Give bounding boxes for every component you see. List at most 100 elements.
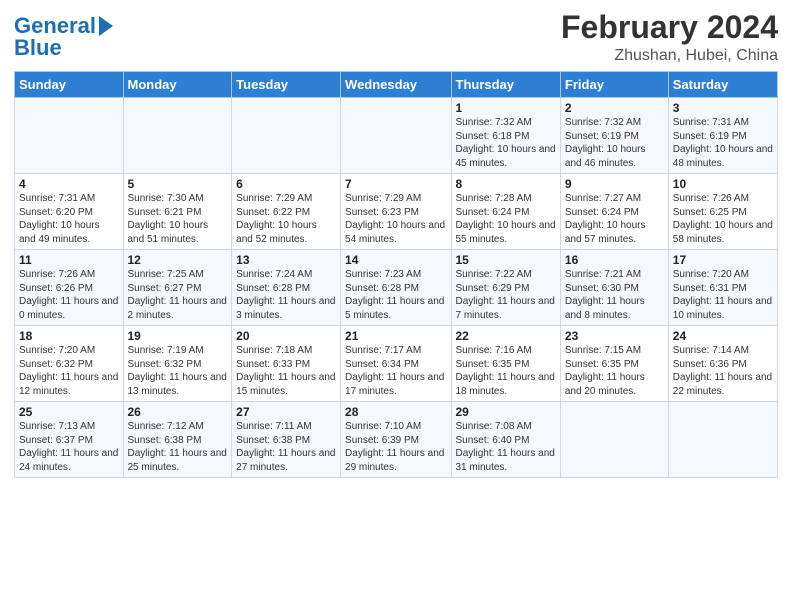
day-number: 22 <box>456 329 556 343</box>
day-number: 25 <box>19 405 119 419</box>
day-cell: 24Sunrise: 7:14 AM Sunset: 6:36 PM Dayli… <box>668 326 777 402</box>
day-number: 23 <box>565 329 664 343</box>
day-cell: 13Sunrise: 7:24 AM Sunset: 6:28 PM Dayli… <box>232 250 341 326</box>
day-cell: 7Sunrise: 7:29 AM Sunset: 6:23 PM Daylig… <box>341 174 451 250</box>
day-info: Sunrise: 7:26 AM Sunset: 6:25 PM Dayligh… <box>673 192 773 246</box>
day-cell: 2Sunrise: 7:32 AM Sunset: 6:19 PM Daylig… <box>560 98 668 174</box>
day-cell: 10Sunrise: 7:26 AM Sunset: 6:25 PM Dayli… <box>668 174 777 250</box>
day-cell: 19Sunrise: 7:19 AM Sunset: 6:32 PM Dayli… <box>123 326 232 402</box>
day-info: Sunrise: 7:23 AM Sunset: 6:28 PM Dayligh… <box>345 268 446 322</box>
main-container: General Blue February 2024 Zhushan, Hube… <box>0 0 792 486</box>
day-number: 29 <box>456 405 556 419</box>
day-cell: 3Sunrise: 7:31 AM Sunset: 6:19 PM Daylig… <box>668 98 777 174</box>
day-number: 11 <box>19 253 119 267</box>
day-info: Sunrise: 7:16 AM Sunset: 6:35 PM Dayligh… <box>456 344 556 398</box>
day-number: 27 <box>236 405 336 419</box>
day-info: Sunrise: 7:31 AM Sunset: 6:19 PM Dayligh… <box>673 116 773 170</box>
day-cell <box>668 402 777 478</box>
day-info: Sunrise: 7:12 AM Sunset: 6:38 PM Dayligh… <box>128 420 228 474</box>
day-number: 26 <box>128 405 228 419</box>
day-cell: 1Sunrise: 7:32 AM Sunset: 6:18 PM Daylig… <box>451 98 560 174</box>
day-number: 2 <box>565 101 664 115</box>
week-row-1: 1Sunrise: 7:32 AM Sunset: 6:18 PM Daylig… <box>15 98 778 174</box>
day-number: 10 <box>673 177 773 191</box>
day-info: Sunrise: 7:29 AM Sunset: 6:22 PM Dayligh… <box>236 192 336 246</box>
col-header-thursday: Thursday <box>451 72 560 98</box>
logo-text-line2: Blue <box>14 36 62 60</box>
day-cell <box>560 402 668 478</box>
day-number: 7 <box>345 177 446 191</box>
day-number: 21 <box>345 329 446 343</box>
day-cell: 18Sunrise: 7:20 AM Sunset: 6:32 PM Dayli… <box>15 326 124 402</box>
day-cell: 5Sunrise: 7:30 AM Sunset: 6:21 PM Daylig… <box>123 174 232 250</box>
day-info: Sunrise: 7:31 AM Sunset: 6:20 PM Dayligh… <box>19 192 119 246</box>
day-number: 17 <box>673 253 773 267</box>
day-cell: 15Sunrise: 7:22 AM Sunset: 6:29 PM Dayli… <box>451 250 560 326</box>
day-number: 6 <box>236 177 336 191</box>
day-number: 9 <box>565 177 664 191</box>
day-cell: 16Sunrise: 7:21 AM Sunset: 6:30 PM Dayli… <box>560 250 668 326</box>
day-info: Sunrise: 7:15 AM Sunset: 6:35 PM Dayligh… <box>565 344 664 398</box>
day-number: 12 <box>128 253 228 267</box>
day-number: 20 <box>236 329 336 343</box>
day-info: Sunrise: 7:32 AM Sunset: 6:18 PM Dayligh… <box>456 116 556 170</box>
day-number: 13 <box>236 253 336 267</box>
main-title: February 2024 <box>561 10 778 45</box>
week-row-2: 4Sunrise: 7:31 AM Sunset: 6:20 PM Daylig… <box>15 174 778 250</box>
day-info: Sunrise: 7:24 AM Sunset: 6:28 PM Dayligh… <box>236 268 336 322</box>
day-cell: 27Sunrise: 7:11 AM Sunset: 6:38 PM Dayli… <box>232 402 341 478</box>
day-info: Sunrise: 7:11 AM Sunset: 6:38 PM Dayligh… <box>236 420 336 474</box>
day-info: Sunrise: 7:18 AM Sunset: 6:33 PM Dayligh… <box>236 344 336 398</box>
day-info: Sunrise: 7:20 AM Sunset: 6:32 PM Dayligh… <box>19 344 119 398</box>
day-info: Sunrise: 7:29 AM Sunset: 6:23 PM Dayligh… <box>345 192 446 246</box>
day-cell <box>232 98 341 174</box>
col-header-sunday: Sunday <box>15 72 124 98</box>
sub-title: Zhushan, Hubei, China <box>561 47 778 65</box>
day-info: Sunrise: 7:17 AM Sunset: 6:34 PM Dayligh… <box>345 344 446 398</box>
day-cell <box>15 98 124 174</box>
day-number: 4 <box>19 177 119 191</box>
header-row: SundayMondayTuesdayWednesdayThursdayFrid… <box>15 72 778 98</box>
col-header-monday: Monday <box>123 72 232 98</box>
day-info: Sunrise: 7:32 AM Sunset: 6:19 PM Dayligh… <box>565 116 664 170</box>
day-info: Sunrise: 7:30 AM Sunset: 6:21 PM Dayligh… <box>128 192 228 246</box>
week-row-3: 11Sunrise: 7:26 AM Sunset: 6:26 PM Dayli… <box>15 250 778 326</box>
day-number: 14 <box>345 253 446 267</box>
day-cell: 17Sunrise: 7:20 AM Sunset: 6:31 PM Dayli… <box>668 250 777 326</box>
week-row-5: 25Sunrise: 7:13 AM Sunset: 6:37 PM Dayli… <box>15 402 778 478</box>
col-header-saturday: Saturday <box>668 72 777 98</box>
day-cell: 6Sunrise: 7:29 AM Sunset: 6:22 PM Daylig… <box>232 174 341 250</box>
day-cell <box>341 98 451 174</box>
day-cell: 26Sunrise: 7:12 AM Sunset: 6:38 PM Dayli… <box>123 402 232 478</box>
day-info: Sunrise: 7:21 AM Sunset: 6:30 PM Dayligh… <box>565 268 664 322</box>
col-header-wednesday: Wednesday <box>341 72 451 98</box>
day-cell: 8Sunrise: 7:28 AM Sunset: 6:24 PM Daylig… <box>451 174 560 250</box>
day-number: 19 <box>128 329 228 343</box>
day-info: Sunrise: 7:26 AM Sunset: 6:26 PM Dayligh… <box>19 268 119 322</box>
logo-arrow <box>99 16 113 36</box>
day-cell: 25Sunrise: 7:13 AM Sunset: 6:37 PM Dayli… <box>15 402 124 478</box>
day-number: 1 <box>456 101 556 115</box>
col-header-friday: Friday <box>560 72 668 98</box>
day-info: Sunrise: 7:14 AM Sunset: 6:36 PM Dayligh… <box>673 344 773 398</box>
day-cell: 21Sunrise: 7:17 AM Sunset: 6:34 PM Dayli… <box>341 326 451 402</box>
day-info: Sunrise: 7:13 AM Sunset: 6:37 PM Dayligh… <box>19 420 119 474</box>
title-block: February 2024 Zhushan, Hubei, China <box>561 10 778 65</box>
day-info: Sunrise: 7:20 AM Sunset: 6:31 PM Dayligh… <box>673 268 773 322</box>
day-info: Sunrise: 7:27 AM Sunset: 6:24 PM Dayligh… <box>565 192 664 246</box>
header: General Blue February 2024 Zhushan, Hube… <box>14 10 778 65</box>
day-number: 16 <box>565 253 664 267</box>
day-cell: 28Sunrise: 7:10 AM Sunset: 6:39 PM Dayli… <box>341 402 451 478</box>
day-info: Sunrise: 7:28 AM Sunset: 6:24 PM Dayligh… <box>456 192 556 246</box>
day-cell: 29Sunrise: 7:08 AM Sunset: 6:40 PM Dayli… <box>451 402 560 478</box>
day-info: Sunrise: 7:08 AM Sunset: 6:40 PM Dayligh… <box>456 420 556 474</box>
day-cell <box>123 98 232 174</box>
day-number: 5 <box>128 177 228 191</box>
day-cell: 4Sunrise: 7:31 AM Sunset: 6:20 PM Daylig… <box>15 174 124 250</box>
day-cell: 12Sunrise: 7:25 AM Sunset: 6:27 PM Dayli… <box>123 250 232 326</box>
day-number: 3 <box>673 101 773 115</box>
day-number: 8 <box>456 177 556 191</box>
calendar-table: SundayMondayTuesdayWednesdayThursdayFrid… <box>14 71 778 478</box>
day-number: 15 <box>456 253 556 267</box>
day-cell: 22Sunrise: 7:16 AM Sunset: 6:35 PM Dayli… <box>451 326 560 402</box>
